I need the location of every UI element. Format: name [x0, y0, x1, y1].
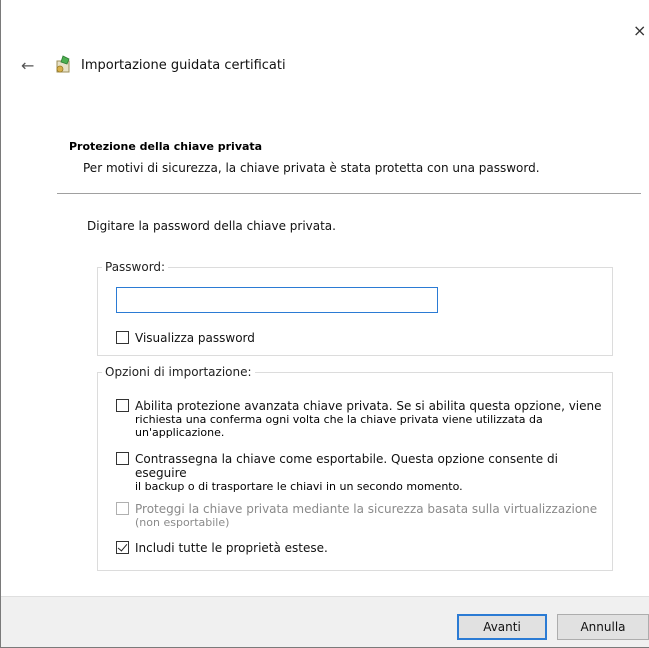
cancel-button[interactable]: Annulla: [557, 614, 649, 640]
back-arrow-icon[interactable]: ←: [21, 55, 41, 77]
option-strong-protection[interactable]: Abilita protezione avanzata chiave priva…: [116, 399, 606, 439]
show-password-label: Visualizza password: [135, 331, 255, 345]
wizard-window: × ← Importazione guidata certificati Pro…: [0, 0, 649, 648]
certificate-wizard-icon: [55, 55, 73, 75]
next-button[interactable]: Avanti: [457, 614, 547, 640]
virtualization-security-sub: (non esportabile): [135, 516, 230, 529]
instruction-text: Digitare la password della chiave privat…: [87, 219, 336, 233]
extended-properties-label: Includi tutte le proprietà estese.: [135, 541, 328, 555]
option-extended-properties[interactable]: Includi tutte le proprietà estese.: [116, 541, 328, 555]
wizard-title: Importazione guidata certificati: [81, 58, 286, 73]
wizard-footer: Avanti Annulla: [1, 596, 649, 647]
virtualization-security-label: Proteggi la chiave privata mediante la s…: [135, 502, 598, 516]
virtualization-security-checkbox: [116, 502, 129, 515]
show-password-checkbox[interactable]: [116, 331, 129, 344]
close-icon[interactable]: ×: [633, 22, 649, 40]
show-password-option[interactable]: Visualizza password: [116, 331, 255, 345]
section-description: Per motivi di sicurezza, la chiave priva…: [83, 161, 540, 175]
option-exportable-key[interactable]: Contrassegna la chiave come esportabile.…: [116, 452, 606, 493]
exportable-key-label: Contrassegna la chiave come esportabile.…: [135, 452, 558, 480]
exportable-key-checkbox[interactable]: [116, 452, 129, 465]
strong-protection-checkbox[interactable]: [116, 399, 129, 412]
option-virtualization-security: Proteggi la chiave privata mediante la s…: [116, 502, 606, 529]
extended-properties-checkbox[interactable]: [116, 541, 129, 554]
section-title: Protezione della chiave privata: [69, 140, 263, 153]
password-input[interactable]: [116, 287, 438, 313]
header-separator: [57, 193, 641, 194]
strong-protection-sub: richiesta una conferma ogni volta che la…: [135, 413, 543, 439]
password-group-legend: Password:: [105, 260, 166, 274]
import-options-legend: Opzioni di importazione:: [105, 365, 252, 379]
exportable-key-sub: il backup o di trasportare le chiavi in …: [135, 480, 463, 493]
strong-protection-label: Abilita protezione avanzata chiave priva…: [135, 399, 602, 413]
